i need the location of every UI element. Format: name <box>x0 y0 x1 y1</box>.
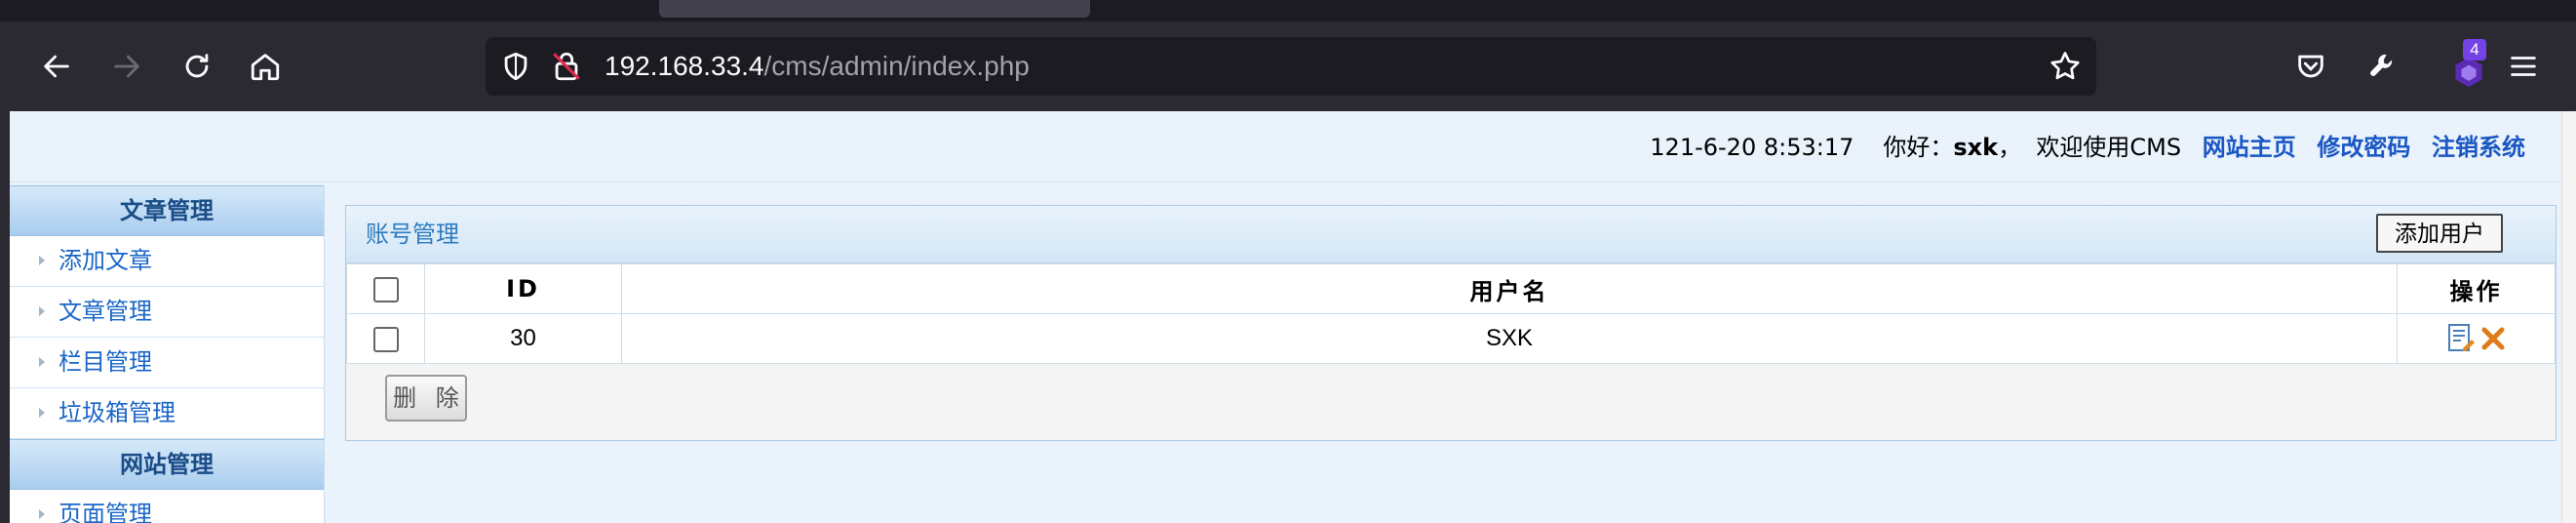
extension-badge-count: 4 <box>2463 39 2486 60</box>
delete-button[interactable]: 删 除 <box>385 375 467 422</box>
user-table: ID 用户名 操作 30 SXK <box>346 263 2556 364</box>
sidebar-item-label: 文章管理 <box>59 298 152 325</box>
sidebar-section-header[interactable]: 网站管理 <box>10 439 324 490</box>
triangle-bullet-icon <box>39 306 45 316</box>
page-viewport: 121-6-20 8:53:17 你好：sxk， 欢迎使用CMS 网站主页 修改密… <box>10 111 2576 523</box>
url-path: /cms/admin/index.php <box>763 51 1030 81</box>
column-header-username: 用户名 <box>621 263 2398 314</box>
reload-icon <box>185 54 209 78</box>
triangle-bullet-icon <box>39 408 45 418</box>
account-management-panel: 账号管理 添加用户 ID 用户名 操作 30 SXK 删 除 <box>345 205 2556 441</box>
triangle-bullet-icon <box>39 509 45 519</box>
edit-icon[interactable] <box>2446 323 2476 354</box>
select-all-cell <box>346 263 425 314</box>
sidebar-item-article-management[interactable]: 文章管理 <box>10 287 324 338</box>
cell-username: SXK <box>621 313 2398 364</box>
url-bar[interactable]: 192.168.33.4/cms/admin/index.php <box>486 37 2096 96</box>
link-change-password[interactable]: 修改密码 <box>2317 134 2410 161</box>
sidebar-item-label: 页面管理 <box>59 501 152 523</box>
sidebar: 文章管理 添加文章 文章管理 栏目管理 垃圾箱管理 网站管理 页面管理 <box>10 185 325 523</box>
header-username: sxk <box>1953 134 1999 161</box>
link-logout[interactable]: 注销系统 <box>2432 134 2525 161</box>
sidebar-item-label: 栏目管理 <box>59 348 152 376</box>
home-icon <box>251 54 280 81</box>
browser-toolbar: 192.168.33.4/cms/admin/index.php 4 <box>0 21 2576 111</box>
insecure-lock-icon[interactable] <box>550 50 583 83</box>
wrench-icon <box>2370 54 2393 76</box>
sidebar-item-trash-management[interactable]: 垃圾箱管理 <box>10 388 324 439</box>
forward-button[interactable] <box>99 21 154 111</box>
header-greeting: 你好： <box>1883 134 1954 161</box>
sidebar-item-add-article[interactable]: 添加文章 <box>10 236 324 287</box>
cell-id: 30 <box>424 313 622 364</box>
back-button[interactable] <box>29 21 84 111</box>
cell-actions <box>2397 313 2556 364</box>
browser-tab[interactable] <box>659 0 1090 18</box>
sidebar-item-page-management[interactable]: 页面管理 <box>10 490 324 523</box>
panel-title: 账号管理 <box>366 221 459 248</box>
arrow-right-icon <box>114 55 139 78</box>
home-button[interactable] <box>238 21 293 111</box>
arrow-left-icon <box>44 55 69 78</box>
tab-strip <box>0 0 2576 21</box>
delete-icon[interactable] <box>2479 325 2507 352</box>
triangle-bullet-icon <box>39 357 45 367</box>
row-checkbox[interactable] <box>372 326 399 352</box>
row-select-cell <box>346 313 425 364</box>
scrollbar[interactable] <box>2561 111 2576 523</box>
window-edge <box>0 111 10 523</box>
header-datetime: 121-6-20 8:53:17 <box>1650 134 1854 161</box>
pocket-button[interactable] <box>2283 21 2338 111</box>
select-all-checkbox[interactable] <box>372 277 399 302</box>
extension-button[interactable]: 4 <box>2445 39 2494 90</box>
top-header: 121-6-20 8:53:17 你好：sxk， 欢迎使用CMS 网站主页 修改密… <box>10 111 2576 182</box>
sidebar-item-label: 添加文章 <box>59 247 152 274</box>
table-row: 30 SXK <box>346 313 2556 364</box>
bookmark-star-icon[interactable] <box>2048 49 2083 84</box>
url-text[interactable]: 192.168.33.4/cms/admin/index.php <box>605 50 1030 83</box>
column-header-id: ID <box>424 263 622 314</box>
header-info: 121-6-20 8:53:17 你好：sxk， 欢迎使用CMS 网站主页 修改密… <box>1650 133 2525 162</box>
link-home[interactable]: 网站主页 <box>2203 134 2296 161</box>
devtools-button[interactable] <box>2356 21 2410 111</box>
menu-button[interactable] <box>2496 21 2551 111</box>
add-user-button[interactable]: 添加用户 <box>2376 214 2503 253</box>
header-welcome: ， 欢迎使用CMS <box>1998 134 2182 161</box>
pocket-icon <box>2298 55 2323 78</box>
column-header-actions: 操作 <box>2397 263 2556 314</box>
hamburger-menu-icon <box>2511 57 2536 76</box>
sidebar-item-label: 垃圾箱管理 <box>59 399 176 426</box>
url-host: 192.168.33.4 <box>605 51 764 81</box>
panel-header: 账号管理 添加用户 <box>346 206 2556 263</box>
shield-icon[interactable] <box>499 50 532 83</box>
sidebar-item-category-management[interactable]: 栏目管理 <box>10 338 324 388</box>
sidebar-section-header[interactable]: 文章管理 <box>10 185 324 236</box>
reload-button[interactable] <box>170 21 224 111</box>
triangle-bullet-icon <box>39 256 45 265</box>
table-header-row: ID 用户名 操作 <box>346 263 2556 314</box>
